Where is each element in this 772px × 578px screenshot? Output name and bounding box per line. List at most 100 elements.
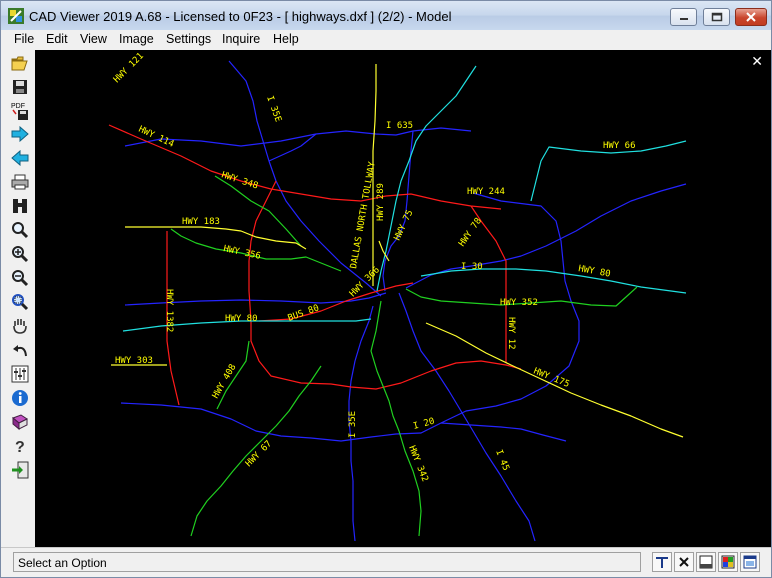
close-x-icon [679,557,689,567]
highway-map: HWY 121 I 35E I 635 HWY 66 HWY 114 DALLA… [108,51,687,542]
label-hwy78: HWY 78 [457,216,484,248]
road-hwy183-yellow [125,226,307,250]
menu-settings[interactable]: Settings [166,32,211,46]
book-button[interactable] [10,412,30,432]
layers-icon [11,365,29,383]
exit-icon [12,461,29,479]
app-logo-icon [8,8,24,24]
road-hwy121-blue [268,133,317,162]
zoom-window-icon [12,294,29,311]
undo-button[interactable] [10,340,30,360]
next-button[interactable] [10,124,30,144]
clear-button[interactable] [674,552,694,572]
road-hwy348 [214,175,302,247]
label-hwy66: HWY 66 [603,141,636,151]
previous-button[interactable] [10,148,30,168]
layers-button[interactable] [10,364,30,384]
window-icon [699,555,713,569]
road-i30-east [405,183,687,289]
save-button[interactable] [10,77,30,97]
road-hwy342 [370,300,422,537]
label-i20: I 20 [412,417,436,432]
magnify-icon [12,222,29,239]
minimize-icon [679,18,688,20]
previous-arrow-icon [11,150,29,166]
label-i30: I 30 [461,262,483,272]
menu-help[interactable]: Help [273,32,299,46]
cad-viewer-window: CAD Viewer 2019 A.68 - Licensed to 0F23 … [0,0,772,578]
label-i35e-top: I 35E [264,95,283,124]
road-i20-east [440,422,567,442]
label-hwy80-left: HWY 80 [225,314,258,324]
help-button[interactable]: ? [10,436,30,456]
binoculars-icon [13,199,27,213]
zoom-out-icon [12,270,29,287]
print-button[interactable] [10,172,30,192]
color-palette-icon [721,555,735,569]
menu-image[interactable]: Image [119,32,154,46]
save-pdf-button[interactable]: PDF [10,100,30,122]
zoom-in-icon [12,246,29,263]
label-i635: I 635 [386,121,413,131]
label-hwy289: HWY 289 [376,183,386,221]
color-button[interactable] [718,552,738,572]
map-labels: HWY 121 I 35E I 635 HWY 66 HWY 114 DALLA… [112,51,635,483]
text-toggle-button[interactable] [652,552,672,572]
text-toggle-icon [656,557,668,568]
magnify-button[interactable] [10,220,30,240]
save-icon [13,80,27,94]
minimize-button[interactable] [670,8,697,26]
status-text: Select an Option [13,552,641,572]
label-hwy356: HWY 356 [222,244,261,262]
menu-edit[interactable]: Edit [46,32,68,46]
open-button[interactable] [10,53,30,73]
drawing-canvas[interactable]: HWY 121 I 35E I 635 HWY 66 HWY 114 DALLA… [35,50,771,547]
pan-hand-icon [13,319,27,334]
label-hwy121: HWY 121 [112,51,146,85]
left-toolbar: PDF ? [1,50,35,547]
screen-icon [743,555,757,569]
window-button[interactable] [696,552,716,572]
zoom-out-button[interactable] [10,268,30,288]
menu-file[interactable]: File [14,32,34,46]
undo-icon [13,345,27,357]
maximize-button[interactable] [703,8,730,26]
print-icon [11,174,29,190]
label-hwy244: HWY 244 [467,187,505,197]
exit-button[interactable] [10,460,30,480]
label-hwy183: HWY 183 [182,217,220,227]
close-drawing-button[interactable]: ✕ [751,53,763,70]
find-button[interactable] [10,196,30,216]
menu-view[interactable]: View [80,32,107,46]
zoom-window-button[interactable] [10,292,30,312]
window-title: CAD Viewer 2019 A.68 - Licensed to 0F23 … [29,9,452,24]
info-button[interactable] [10,388,30,408]
close-icon [746,12,756,22]
label-hwy348: HWY 348 [220,170,259,191]
label-hwy80-right: HWY 80 [577,264,611,279]
close-window-button[interactable] [735,8,767,26]
help-icon: ? [15,439,25,455]
menu-bar: File Edit View Image Settings Inquire He… [1,30,771,49]
info-icon [12,390,28,406]
road-hwy80-east [420,268,687,294]
pan-button[interactable] [10,316,30,336]
label-i35e-bottom: I 35E [348,411,358,438]
label-hwy12: HWY 12 [506,317,516,350]
open-folder-icon [11,56,28,71]
road-hwy75 [376,65,477,292]
svg-text:PDF: PDF [11,103,25,110]
screen-button[interactable] [740,552,760,572]
maximize-icon [711,12,722,22]
status-bar: Select an Option [1,547,771,577]
label-hwy1382: HWY 1382 [164,289,174,332]
zoom-in-button[interactable] [10,244,30,264]
label-hwy352: HWY 352 [500,298,538,308]
svg-text:?: ? [15,439,25,455]
menu-inquire[interactable]: Inquire [222,32,260,46]
next-arrow-icon [11,126,29,142]
label-hwy366: HWY 366 [348,265,382,299]
title-bar: CAD Viewer 2019 A.68 - Licensed to 0F23 … [1,1,771,30]
pdf-save-icon: PDF [11,103,28,120]
book-icon [12,414,28,431]
